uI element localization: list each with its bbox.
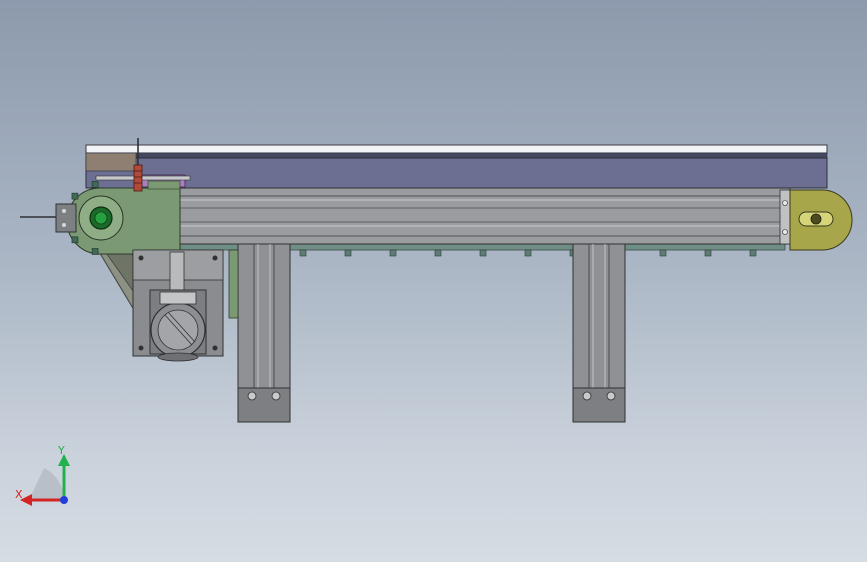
belt-end-cap (85, 152, 137, 172)
photo-sensor (133, 164, 143, 192)
return-cleat (389, 249, 397, 257)
triad-plane (29, 468, 65, 500)
return-cleat (344, 249, 352, 257)
tail-shaft (810, 213, 822, 225)
belt-top-surface (85, 144, 828, 154)
bracket-rail (95, 175, 191, 181)
return-cleat (659, 249, 667, 257)
z-axis-dot (60, 496, 68, 504)
axis-triad (20, 454, 70, 506)
leg-side-brace (228, 249, 239, 319)
x-axis-label: X (15, 488, 23, 501)
return-cleat (434, 249, 442, 257)
cad-viewport[interactable]: Y X (0, 0, 867, 562)
return-cleat (299, 249, 307, 257)
return-cleat (524, 249, 532, 257)
belt-body (85, 157, 828, 189)
support-leg-left (237, 243, 291, 423)
support-leg-right (572, 243, 626, 423)
return-cleat (479, 249, 487, 257)
belt-edge (85, 152, 828, 159)
sprocket-tooth (91, 248, 99, 255)
return-cleat (704, 249, 712, 257)
motor-coupling (169, 251, 185, 291)
return-cleats (299, 249, 757, 257)
sprocket-tooth (71, 192, 79, 200)
bearing-block (55, 203, 77, 233)
y-axis-label: Y (58, 444, 65, 457)
return-cleat (749, 249, 757, 257)
sprocket-tooth (91, 181, 99, 188)
conveyor-model[interactable] (0, 0, 867, 562)
sprocket-tooth (71, 236, 79, 244)
gear-motor (149, 289, 207, 362)
